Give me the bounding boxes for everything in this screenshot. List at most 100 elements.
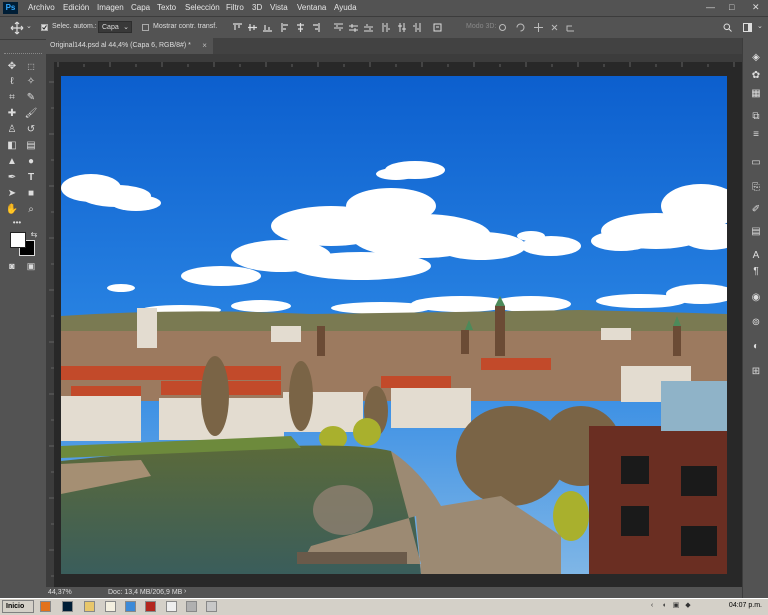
blur-tool-icon[interactable]: ▲	[5, 155, 19, 169]
status-menu-arrow-icon[interactable]: ›	[184, 588, 186, 595]
paragraph-icon[interactable]: ▤	[750, 226, 762, 238]
path-selection-tool-icon[interactable]: ➤	[5, 187, 19, 201]
move-tool-icon[interactable]	[10, 21, 24, 35]
maximize-button[interactable]: □	[729, 2, 734, 12]
align-horizontal-center-icon[interactable]	[296, 23, 305, 32]
type-tool-icon[interactable]: T	[24, 171, 38, 185]
screen-mode-icon[interactable]: ▣	[24, 259, 38, 273]
start-button[interactable]: Inicio	[2, 600, 34, 613]
distribute-right-icon[interactable]	[412, 23, 421, 32]
zoom-level[interactable]: 44,37%	[48, 589, 72, 596]
distribute-bottom-icon[interactable]	[364, 23, 373, 32]
document-tab[interactable]: Original144.psd al 44,4% (Capa 6, RGB/8#…	[46, 38, 213, 54]
libraries-icon[interactable]: ▭	[750, 157, 762, 169]
swatches-icon[interactable]: ▦	[750, 88, 762, 100]
menu-edicion[interactable]: Edición	[63, 3, 89, 12]
layers-icon[interactable]: ◈	[750, 52, 762, 64]
clone-stamp-tool-icon[interactable]: ♙	[5, 123, 19, 137]
align-top-icon[interactable]	[233, 23, 242, 32]
quick-mask-icon[interactable]: ◙	[5, 259, 19, 273]
adjustments-icon[interactable]: ⎘	[750, 182, 762, 194]
folder-icon[interactable]	[84, 601, 95, 612]
vertical-ruler[interactable]	[46, 62, 54, 587]
close-tab-icon[interactable]: ×	[202, 38, 207, 54]
roll-3d-icon[interactable]	[516, 23, 525, 32]
menu-texto[interactable]: Texto	[157, 3, 176, 12]
network-icon[interactable]: ▣	[672, 602, 680, 610]
history-icon[interactable]: ⧉	[750, 111, 762, 123]
lasso-tool-icon[interactable]: ℓ	[5, 75, 19, 89]
distribute-hcenter-icon[interactable]	[397, 23, 406, 32]
distribute-left-icon[interactable]	[382, 23, 391, 32]
tray-arrow-icon[interactable]: ‹	[648, 602, 656, 610]
canvas-photo[interactable]	[61, 76, 727, 574]
channels-icon[interactable]: ⊚	[750, 317, 762, 329]
edit-toolbar-icon[interactable]: •••	[10, 216, 24, 230]
horizontal-ruler[interactable]	[54, 54, 742, 67]
menu-vista[interactable]: Vista	[270, 3, 288, 12]
workspace-icon[interactable]	[743, 23, 752, 32]
distribute-top-icon[interactable]	[334, 23, 343, 32]
search-icon[interactable]	[723, 23, 732, 32]
menu-ventana[interactable]: Ventana	[297, 3, 326, 12]
align-right-icon[interactable]	[311, 23, 320, 32]
document-size[interactable]: Doc: 13,4 MB/206,9 MB	[108, 589, 182, 596]
distribute-vcenter-icon[interactable]	[349, 23, 358, 32]
menu-seleccion[interactable]: Selección	[185, 3, 220, 12]
healing-brush-tool-icon[interactable]: ✚	[5, 107, 19, 121]
styles-icon[interactable]: ◐	[750, 341, 762, 353]
navigator-icon[interactable]: ⊞	[750, 366, 762, 378]
clock[interactable]: 04:07 p.m.	[729, 602, 762, 609]
shield-icon[interactable]: ◆	[684, 602, 692, 610]
align-vertical-center-icon[interactable]	[248, 23, 257, 32]
orbit-3d-icon[interactable]	[498, 23, 507, 32]
brave-browser-icon[interactable]	[40, 601, 51, 612]
foreground-color-swatch[interactable]	[10, 232, 26, 248]
menu-imagen[interactable]: Imagen	[97, 3, 124, 12]
auto-select-checkbox[interactable]	[41, 24, 48, 31]
slide-3d-icon[interactable]	[550, 23, 559, 32]
color-icon[interactable]: ✿	[750, 70, 762, 82]
transform-controls-checkbox[interactable]	[142, 24, 149, 31]
app-icon[interactable]	[125, 601, 136, 612]
character-icon[interactable]: A	[750, 250, 762, 262]
align-left-icon[interactable]	[281, 23, 290, 32]
dodge-tool-icon[interactable]: ●	[24, 155, 38, 169]
eraser-tool-icon[interactable]: ◧	[5, 139, 19, 153]
auto-select-dropdown[interactable]: Capa ⌄	[98, 21, 132, 33]
hand-tool-icon[interactable]: ✋	[5, 203, 19, 217]
notepad-icon[interactable]	[105, 601, 116, 612]
workspace-chevron-icon[interactable]: ⌄	[757, 22, 763, 30]
auto-align-icon[interactable]	[433, 23, 442, 32]
document-icon[interactable]	[186, 601, 197, 612]
ruler-corner[interactable]	[46, 54, 54, 62]
zoom-tool-icon[interactable]: ⌕	[24, 203, 38, 217]
rectangle-tool-icon[interactable]: ■	[24, 187, 38, 201]
scale-3d-icon[interactable]	[566, 23, 575, 32]
move-tool-icon[interactable]: ✥	[5, 60, 19, 74]
paragraph-mark-icon[interactable]: ¶	[750, 266, 762, 278]
magic-wand-tool-icon[interactable]: ✧	[24, 75, 38, 89]
menu-filtro[interactable]: Filtro	[226, 3, 244, 12]
tool-preset-chevron-icon[interactable]: ⌄	[26, 22, 32, 30]
menu-3d[interactable]: 3D	[252, 3, 262, 12]
actions-icon[interactable]: ◉	[750, 292, 762, 304]
volume-icon[interactable]: ◖	[660, 602, 668, 610]
close-button[interactable]: ✕	[752, 2, 760, 13]
marquee-tool-icon[interactable]: ⬚	[24, 60, 38, 74]
toolbar-grip[interactable]	[4, 53, 42, 56]
swap-colors-icon[interactable]: ⇆	[27, 228, 41, 242]
menu-ayuda[interactable]: Ayuda	[334, 3, 357, 12]
gradient-tool-icon[interactable]: ▤	[24, 139, 38, 153]
window-icon[interactable]	[206, 601, 217, 612]
minimize-button[interactable]: —	[706, 2, 715, 12]
illustrator-icon[interactable]	[145, 601, 156, 612]
eyedropper-tool-icon[interactable]: ✎	[24, 91, 38, 105]
pen-tool-icon[interactable]: ✒	[5, 171, 19, 185]
properties-icon[interactable]: ≡	[750, 129, 762, 141]
photoshop-taskbar-icon[interactable]	[62, 601, 73, 612]
menu-archivo[interactable]: Archivo	[28, 3, 55, 12]
align-bottom-icon[interactable]	[263, 23, 272, 32]
brush-tool-icon[interactable]: 🖌	[24, 107, 38, 121]
history-brush-tool-icon[interactable]: ↺	[24, 123, 38, 137]
